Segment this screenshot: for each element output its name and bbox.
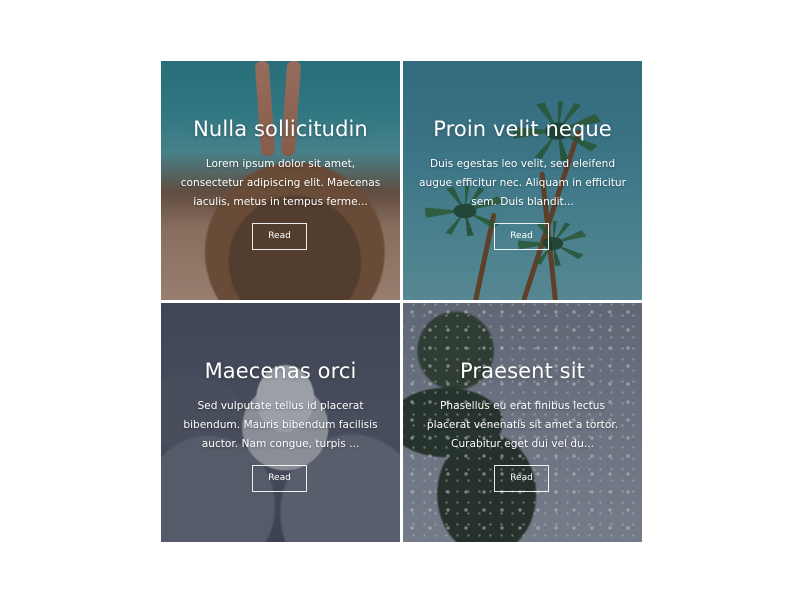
card-excerpt: Sed vulputate tellus id placerat bibendu… xyxy=(183,400,378,450)
card-maecenas-orci: Maecenas orci Sed vulputate tellus id pl… xyxy=(161,303,400,542)
read-button[interactable]: Read xyxy=(252,223,307,250)
card-excerpt: Lorem ipsum dolor sit amet, consectetur … xyxy=(180,158,381,208)
card-proin-velit-neque: Proin velit neque Duis egestas leo velit… xyxy=(403,61,642,300)
card-excerpt: Duis egestas leo velit, sed eleifend aug… xyxy=(419,158,626,208)
card-praesent-sit: Praesent sit Phasellus eu erat finibus l… xyxy=(403,303,642,542)
card-title: Proin velit neque xyxy=(433,117,612,141)
card-title: Praesent sit xyxy=(459,359,585,383)
card-title: Nulla sollicitudin xyxy=(193,117,368,141)
read-button[interactable]: Read xyxy=(494,465,549,492)
read-button[interactable]: Read xyxy=(494,223,549,250)
read-button[interactable]: Read xyxy=(252,465,307,492)
card-grid: Nulla sollicitudin Lorem ipsum dolor sit… xyxy=(161,61,642,542)
card-excerpt: Phasellus eu erat finibus lectus placera… xyxy=(426,400,619,450)
card-nulla-sollicitudin: Nulla sollicitudin Lorem ipsum dolor sit… xyxy=(161,61,400,300)
card-title: Maecenas orci xyxy=(204,359,357,383)
